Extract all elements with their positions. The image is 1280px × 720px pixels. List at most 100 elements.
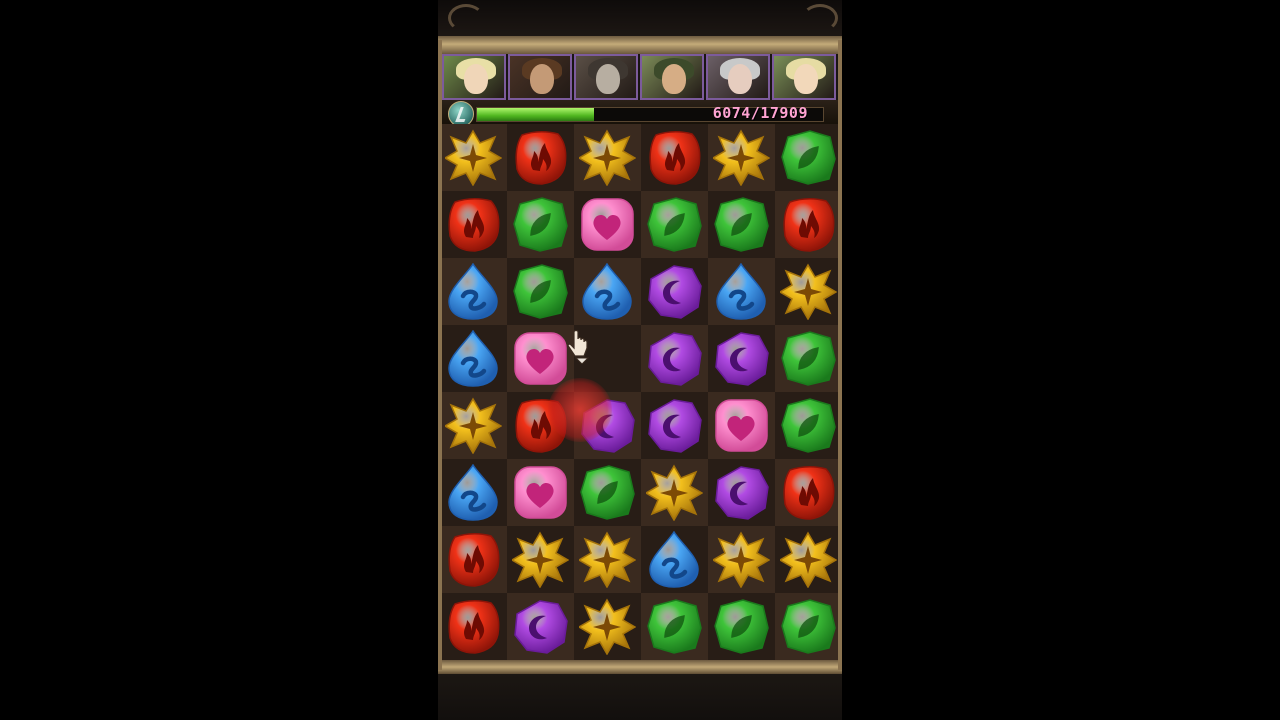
light-orb[interactable] bbox=[780, 263, 837, 320]
team-portrait-earth-brawler[interactable] bbox=[640, 54, 704, 100]
team-portrait-dark-knight[interactable] bbox=[574, 54, 638, 100]
board-cell[interactable] bbox=[708, 124, 775, 191]
board-cell[interactable] bbox=[507, 593, 574, 660]
board-cell[interactable] bbox=[708, 459, 775, 526]
board-cell[interactable] bbox=[775, 258, 842, 325]
fire-orb[interactable] bbox=[780, 196, 837, 253]
wood-orb[interactable] bbox=[780, 598, 837, 655]
hand-cursor-icon bbox=[567, 330, 590, 364]
board-cell[interactable] bbox=[440, 124, 507, 191]
board-cell[interactable] bbox=[440, 258, 507, 325]
board-cell[interactable] bbox=[775, 593, 842, 660]
water-orb[interactable] bbox=[445, 330, 502, 387]
dark-orb[interactable] bbox=[646, 330, 703, 387]
light-orb[interactable] bbox=[646, 464, 703, 521]
light-orb[interactable] bbox=[512, 531, 569, 588]
board-cell[interactable] bbox=[641, 124, 708, 191]
wood-orb[interactable] bbox=[780, 397, 837, 454]
board-cell[interactable] bbox=[507, 258, 574, 325]
board-cell[interactable] bbox=[641, 258, 708, 325]
fire-orb[interactable] bbox=[445, 598, 502, 655]
dark-orb[interactable] bbox=[646, 397, 703, 454]
wood-orb[interactable] bbox=[512, 263, 569, 320]
fire-orb[interactable] bbox=[445, 196, 502, 253]
light-orb[interactable] bbox=[445, 397, 502, 454]
board-cell[interactable] bbox=[574, 258, 641, 325]
light-orb[interactable] bbox=[579, 598, 636, 655]
board-cell[interactable] bbox=[775, 526, 842, 593]
board-cell[interactable] bbox=[641, 459, 708, 526]
water-orb[interactable] bbox=[445, 263, 502, 320]
water-orb[interactable] bbox=[713, 263, 770, 320]
water-orb[interactable] bbox=[579, 263, 636, 320]
wood-orb[interactable] bbox=[713, 598, 770, 655]
board-cell[interactable] bbox=[641, 593, 708, 660]
board-cell[interactable] bbox=[708, 191, 775, 258]
orb-board[interactable] bbox=[438, 124, 842, 660]
light-orb[interactable] bbox=[780, 531, 837, 588]
team-portrait-leader-elf[interactable] bbox=[442, 54, 506, 100]
board-cell[interactable] bbox=[641, 526, 708, 593]
board-cell[interactable] bbox=[641, 325, 708, 392]
dark-orb[interactable] bbox=[512, 598, 569, 655]
board-cell[interactable] bbox=[574, 526, 641, 593]
heart-orb[interactable] bbox=[512, 464, 569, 521]
board-cell[interactable] bbox=[507, 526, 574, 593]
light-orb[interactable] bbox=[713, 531, 770, 588]
heart-orb[interactable] bbox=[713, 397, 770, 454]
light-orb[interactable] bbox=[713, 129, 770, 186]
board-cell[interactable] bbox=[507, 459, 574, 526]
board-cell[interactable] bbox=[775, 124, 842, 191]
board-cell[interactable] bbox=[775, 459, 842, 526]
board-cell[interactable] bbox=[507, 191, 574, 258]
board-cell[interactable] bbox=[440, 191, 507, 258]
wood-orb[interactable] bbox=[646, 196, 703, 253]
board-cell[interactable] bbox=[574, 191, 641, 258]
board-cell[interactable] bbox=[641, 392, 708, 459]
light-orb[interactable] bbox=[579, 531, 636, 588]
board-cell[interactable] bbox=[708, 392, 775, 459]
wood-orb[interactable] bbox=[579, 464, 636, 521]
dark-orb[interactable] bbox=[713, 330, 770, 387]
board-cell[interactable] bbox=[775, 325, 842, 392]
bottom-area bbox=[438, 674, 842, 720]
light-orb[interactable] bbox=[445, 129, 502, 186]
board-cell[interactable] bbox=[775, 392, 842, 459]
board-cell[interactable] bbox=[708, 593, 775, 660]
heart-orb[interactable] bbox=[579, 196, 636, 253]
board-cell[interactable] bbox=[708, 526, 775, 593]
wood-orb[interactable] bbox=[713, 196, 770, 253]
board-cell[interactable] bbox=[440, 325, 507, 392]
fire-orb[interactable] bbox=[512, 129, 569, 186]
heart-orb[interactable] bbox=[512, 330, 569, 387]
held-orb[interactable] bbox=[548, 378, 612, 442]
team-portrait-warrior[interactable] bbox=[508, 54, 572, 100]
board-cell[interactable] bbox=[440, 526, 507, 593]
team-portrait-friend-elf[interactable] bbox=[772, 54, 836, 100]
board-cell[interactable] bbox=[708, 258, 775, 325]
board-cell[interactable] bbox=[775, 191, 842, 258]
water-orb[interactable] bbox=[445, 464, 502, 521]
board-cell[interactable] bbox=[708, 325, 775, 392]
fire-orb[interactable] bbox=[646, 129, 703, 186]
board-cell[interactable] bbox=[574, 593, 641, 660]
team-portrait-silver-mage[interactable] bbox=[706, 54, 770, 100]
board-cell[interactable] bbox=[507, 124, 574, 191]
water-orb[interactable] bbox=[646, 531, 703, 588]
wood-orb[interactable] bbox=[780, 330, 837, 387]
wood-orb[interactable] bbox=[646, 598, 703, 655]
wood-orb[interactable] bbox=[780, 129, 837, 186]
board-cell[interactable] bbox=[574, 459, 641, 526]
wood-orb[interactable] bbox=[512, 196, 569, 253]
board-cell[interactable] bbox=[440, 593, 507, 660]
fire-orb[interactable] bbox=[780, 464, 837, 521]
board-cell[interactable] bbox=[440, 392, 507, 459]
board-cell[interactable] bbox=[440, 459, 507, 526]
board-cell[interactable] bbox=[574, 124, 641, 191]
portrait-face bbox=[596, 64, 620, 94]
fire-orb[interactable] bbox=[445, 531, 502, 588]
dark-orb[interactable] bbox=[646, 263, 703, 320]
light-orb[interactable] bbox=[579, 129, 636, 186]
dark-orb[interactable] bbox=[713, 464, 770, 521]
board-cell[interactable] bbox=[641, 191, 708, 258]
